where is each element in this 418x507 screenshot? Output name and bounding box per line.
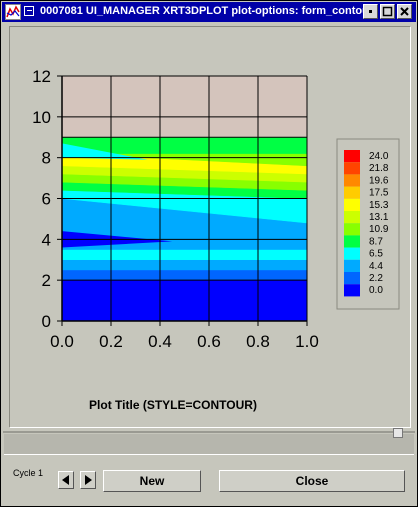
app-window: 0007081 UI_MANAGER XRT3DPLOT plot-option… — [0, 0, 418, 507]
legend-label: 13.1 — [369, 212, 389, 223]
contour-band — [61, 249, 308, 260]
y-tick-label: 6 — [42, 190, 51, 209]
scroll-thumb[interactable] — [393, 428, 403, 438]
legend-label: 8.7 — [369, 236, 383, 247]
legend-label: 10.9 — [369, 224, 389, 235]
x-tick-label: 0.0 — [50, 332, 74, 351]
plot-panel: 0.0 0.2 0.4 0.6 0.8 1.0 0 2 4 6 8 10 12 24.0 21.8 19.6… — [9, 26, 411, 428]
contour-band — [61, 279, 308, 322]
close-button[interactable]: Close — [219, 470, 405, 492]
legend-swatch — [344, 162, 360, 175]
arrow-right-icon — [85, 475, 92, 485]
title-bar[interactable]: 0007081 UI_MANAGER XRT3DPLOT plot-option… — [2, 2, 416, 22]
y-tick-label: 10 — [32, 108, 51, 127]
separator — [3, 431, 415, 433]
legend-label: 6.5 — [369, 249, 383, 260]
x-tick-label: 0.8 — [246, 332, 270, 351]
window-title: 0007081 UI_MANAGER XRT3DPLOT plot-option… — [40, 5, 374, 17]
xrt-app-icon[interactable] — [5, 4, 21, 20]
y-tick-label: 12 — [32, 67, 51, 86]
legend-swatch — [344, 150, 360, 163]
legend-swatch — [344, 174, 360, 187]
legend-label: 4.4 — [369, 261, 383, 272]
legend-swatch — [344, 211, 360, 224]
contour-plot: 0.0 0.2 0.4 0.6 0.8 1.0 0 2 4 6 8 10 12 24.021.819.6… — [32, 67, 400, 412]
window-menu-icon[interactable] — [24, 6, 34, 16]
legend-swatch — [344, 259, 360, 272]
legend-label: 17.5 — [369, 188, 389, 199]
x-tick-label: 1.0 — [295, 332, 319, 351]
maximize-button[interactable] — [380, 4, 395, 19]
legend-swatch — [344, 223, 360, 236]
legend-label: 24.0 — [369, 151, 389, 162]
legend-swatch — [344, 198, 360, 211]
legend-label: 2.2 — [369, 273, 383, 284]
legend-swatch — [344, 235, 360, 248]
close-window-button[interactable] — [397, 4, 412, 19]
next-cycle-button[interactable] — [80, 471, 96, 489]
y-tick-label: 4 — [42, 230, 51, 249]
chart-title: Plot Title (STYLE=CONTOUR) — [89, 398, 257, 412]
legend-swatch — [344, 284, 360, 297]
x-tick-label: 0.6 — [197, 332, 221, 351]
legend-label: 19.6 — [369, 175, 389, 186]
legend-swatch — [344, 272, 360, 285]
contour-band — [61, 259, 308, 271]
legend-swatch — [344, 247, 360, 260]
y-tick-label: 2 — [42, 271, 51, 290]
x-tick-label: 0.4 — [148, 332, 172, 351]
new-button[interactable]: New — [103, 470, 201, 492]
legend-swatch — [344, 186, 360, 199]
arrow-left-icon — [62, 475, 69, 485]
minimize-button[interactable] — [363, 4, 378, 19]
horizontal-scrollbar[interactable] — [4, 434, 414, 455]
cycle-label: Cycle 1 — [13, 468, 44, 478]
legend-label: 21.8 — [369, 163, 389, 174]
legend-label: 0.0 — [369, 285, 383, 296]
legend-label: 15.3 — [369, 200, 389, 211]
previous-cycle-button[interactable] — [58, 471, 74, 489]
y-tick-label: 0 — [42, 312, 51, 331]
x-tick-label: 0.2 — [99, 332, 123, 351]
y-tick-label: 8 — [42, 149, 51, 168]
contour-band — [61, 269, 308, 281]
